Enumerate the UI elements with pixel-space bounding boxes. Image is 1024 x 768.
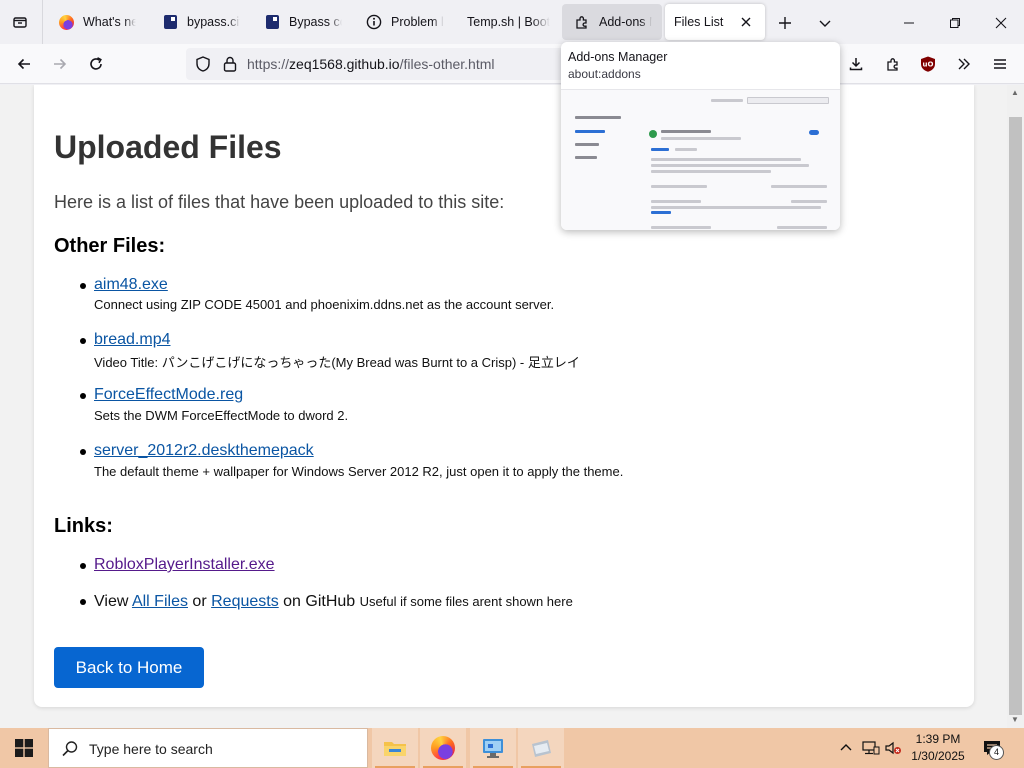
ublock-origin-icon[interactable]: uO (914, 50, 942, 78)
github-links-line: View All Files or Requests on GitHub Use… (94, 593, 573, 611)
tab-label: bypass.city (187, 15, 240, 29)
firefox-taskbar-icon[interactable] (420, 728, 466, 768)
control-panel-icon[interactable] (470, 728, 516, 768)
list-bullet (80, 338, 86, 344)
tab-files-list[interactable]: Files List (665, 4, 765, 40)
list-bullet (80, 449, 86, 455)
scroll-down-arrow-icon[interactable]: ▼ (1011, 715, 1019, 725)
preview-title: Add-ons Manager (568, 50, 668, 64)
web-content: Uploaded Files Here is a list of files t… (0, 85, 1007, 728)
scroll-up-arrow-icon[interactable]: ▲ (1011, 88, 1019, 98)
file-description: The default theme + wallpaper for Window… (94, 464, 624, 479)
clock-time: 1:39 PM (915, 732, 961, 746)
preview-url: about:addons (568, 67, 641, 81)
windows-taskbar: Type here to search 1:39 PM 1/30/2025 (0, 728, 1024, 768)
tab-addons-manager[interactable]: Add-ons M (562, 4, 662, 40)
list-bullet (80, 563, 86, 569)
puzzle-icon (574, 14, 590, 30)
url-scheme: https:// (247, 56, 290, 72)
preview-thumbnail (561, 89, 840, 230)
github-or: or (192, 593, 207, 610)
intro-text: Here is a list of files that have been u… (54, 192, 505, 212)
network-icon[interactable] (862, 740, 880, 756)
page-title: Uploaded Files (54, 129, 282, 165)
roblox-installer-link[interactable]: RobloxPlayerInstaller.exe (94, 556, 275, 574)
search-placeholder: Type here to search (89, 741, 213, 757)
tab-whats-new[interactable]: What's new (46, 4, 146, 40)
links-heading: Links: (54, 515, 113, 537)
file-link-aim48[interactable]: aim48.exe (94, 276, 168, 294)
tab-strip: What's new bypass.city Bypass con Proble… (0, 0, 1024, 44)
file-description: Connect using ZIP CODE 45001 and phoenix… (94, 297, 555, 312)
back-to-home-button[interactable]: Back to Home (54, 647, 204, 688)
info-circle-icon (366, 14, 382, 30)
clock-date: 1/30/2025 (911, 749, 965, 763)
tab-label: Files List (674, 15, 724, 29)
url-path: /files-other.html (399, 56, 495, 72)
github-suffix: on GitHub (283, 593, 356, 610)
url-text[interactable]: https://zeq1568.github.io/files-other.ht… (247, 56, 495, 72)
minimize-icon[interactable] (898, 12, 920, 34)
site-favicon-icon (264, 14, 280, 30)
show-hidden-icons-chevron-icon[interactable] (838, 740, 854, 756)
search-icon (61, 740, 79, 758)
list-bullet (80, 393, 86, 399)
requests-link[interactable]: Requests (211, 593, 279, 610)
file-explorer-icon[interactable] (372, 728, 418, 768)
chevron-down-icon[interactable] (814, 12, 836, 34)
file-link-bread[interactable]: bread.mp4 (94, 331, 171, 349)
forward-arrow-icon[interactable] (46, 50, 74, 78)
list-bullet (80, 283, 86, 289)
extensions-icon[interactable] (879, 50, 907, 78)
tab-temp-sh[interactable]: Temp.sh | Boots (456, 4, 560, 40)
firefox-icon (58, 14, 74, 30)
all-files-link[interactable]: All Files (132, 593, 188, 610)
navigation-toolbar: https://zeq1568.github.io/files-other.ht… (0, 44, 1024, 84)
file-link-forceeffectmode[interactable]: ForceEffectMode.reg (94, 386, 243, 404)
site-favicon-icon (162, 14, 178, 30)
taskbar-clock[interactable]: 1:39 PM 1/30/2025 (906, 731, 970, 765)
tab-problem-loading[interactable]: Problem lo (354, 4, 454, 40)
tab-hover-preview: Add-ons Manager about:addons (561, 42, 840, 230)
tab-list-icon[interactable] (6, 8, 34, 36)
tab-label: Temp.sh | Boots (467, 15, 550, 29)
close-window-icon[interactable] (990, 12, 1012, 34)
windows-start-icon[interactable] (0, 728, 48, 768)
svg-text:uO: uO (923, 61, 934, 69)
restore-icon[interactable] (944, 12, 966, 34)
tab-bypass-con[interactable]: Bypass con (252, 4, 352, 40)
downloads-icon[interactable] (842, 50, 870, 78)
tab-label: Bypass con (289, 15, 342, 29)
more-tools-chevron-icon[interactable] (950, 50, 978, 78)
tab-label: Problem lo (391, 15, 444, 29)
tab-label: What's new (83, 15, 136, 29)
file-link-server2012r2[interactable]: server_2012r2.deskthemepack (94, 442, 314, 460)
tab-bypass-city[interactable]: bypass.city (150, 4, 250, 40)
new-tab-icon[interactable] (774, 12, 796, 34)
file-description: Sets the DWM ForceEffectMode to dword 2. (94, 408, 349, 423)
app-window-icon[interactable] (518, 728, 564, 768)
url-host: zeq1568.github.io (289, 56, 400, 72)
github-prefix: View (94, 593, 129, 610)
scroll-thumb[interactable] (1009, 117, 1022, 715)
tab-separator (42, 0, 43, 44)
reload-icon[interactable] (82, 50, 110, 78)
taskbar-search-box[interactable]: Type here to search (48, 728, 368, 768)
notification-count-badge: 4 (989, 745, 1004, 760)
other-files-heading: Other Files: (54, 235, 166, 257)
tab-label: Add-ons M (599, 15, 652, 29)
tracking-protection-shield-icon[interactable] (194, 55, 212, 73)
back-arrow-icon[interactable] (10, 50, 38, 78)
close-tab-icon[interactable] (737, 13, 755, 31)
lock-icon[interactable] (222, 55, 238, 73)
github-note: Useful if some files arent shown here (359, 594, 573, 609)
page-scrollbar[interactable]: ▲ ▼ (1007, 85, 1024, 728)
volume-muted-icon[interactable] (884, 740, 902, 756)
hamburger-menu-icon[interactable] (986, 50, 1014, 78)
file-description: Video Title: パンこげこげになっちゃった(My Bread was … (94, 355, 580, 370)
list-bullet (80, 599, 86, 605)
